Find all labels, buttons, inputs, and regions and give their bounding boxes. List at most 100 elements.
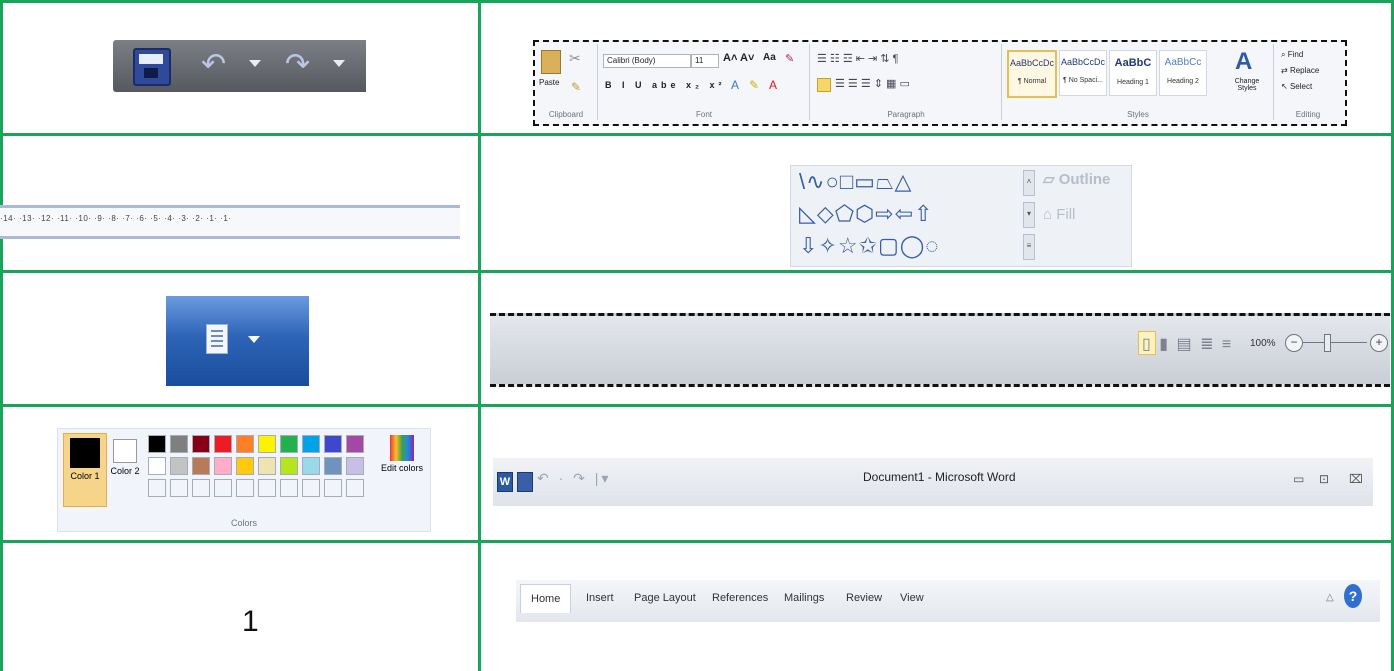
palette-color-swatch[interactable] (324, 457, 342, 475)
find-button[interactable]: ⌕ Find (1281, 50, 1303, 60)
palette-color-swatch[interactable] (346, 457, 364, 475)
palette-color-swatch[interactable] (324, 435, 342, 453)
tab-review[interactable]: Review (846, 592, 882, 604)
tab-view[interactable]: View (900, 592, 924, 604)
shapes-gallery: \∿○□▭⏢△ ◺◇⬠⬡⇨⇦⇧ ⇩✧☆✩▢◯◌ ˄ ▾ ≡ ▱ Outline … (790, 165, 1132, 267)
change-styles-icon[interactable]: A (1235, 48, 1252, 76)
align-icons[interactable]: ☰ ☰ ☰ ⇕ ▦ ▭ (835, 77, 910, 90)
outline-icon: ▱ (1043, 171, 1059, 188)
style-normal[interactable]: AaBbCcDc ¶ Normal (1007, 50, 1057, 98)
style-heading-2[interactable]: AaBbCc Heading 2 (1159, 50, 1207, 96)
zoom-out-icon[interactable]: − (1285, 334, 1303, 352)
redo-dropdown-icon[interactable] (333, 60, 345, 67)
palette-color-swatch[interactable] (346, 435, 364, 453)
close-icon[interactable]: ⌧ (1349, 472, 1363, 486)
select-icon: ↖ (1281, 82, 1290, 91)
change-case-icon[interactable]: Aa (763, 52, 776, 63)
clear-format-icon[interactable]: ✎ (785, 52, 794, 65)
minimize-icon[interactable]: ▭ (1293, 472, 1304, 486)
cut-icon[interactable]: ✂ (569, 50, 581, 67)
palette-color-swatch[interactable] (214, 479, 232, 497)
palette-color-swatch[interactable] (324, 479, 342, 497)
font-color-icon[interactable]: A (769, 78, 777, 92)
highlight-icon[interactable]: ✎ (749, 78, 759, 92)
zoom-slider-thumb[interactable] (1324, 334, 1331, 352)
palette-color-swatch[interactable] (302, 457, 320, 475)
shape-outline-button[interactable]: ▱ Outline (1043, 170, 1110, 188)
palette-color-swatch[interactable] (192, 435, 210, 453)
paragraph-group: ☰ ☷ ☲ ⇤ ⇥ ⇅ ¶ ☰ ☰ ☰ ⇕ ▦ ▭ Paragraph (811, 44, 1002, 120)
change-styles-button[interactable]: Change Styles (1225, 78, 1269, 92)
tab-references[interactable]: References (712, 592, 768, 604)
style-heading-1[interactable]: AaBbC Heading 1 (1109, 50, 1157, 96)
palette-color-swatch[interactable] (148, 435, 166, 453)
format-buttons[interactable]: B I U abe x₂ x² (605, 80, 726, 90)
gallery-scroll-up-icon[interactable]: ˄ (1023, 170, 1035, 196)
palette-color-swatch[interactable] (192, 479, 210, 497)
palette-color-swatch[interactable] (258, 457, 276, 475)
palette-color-swatch[interactable] (148, 479, 166, 497)
edit-colors-button[interactable]: Edit colors (380, 433, 424, 473)
tab-home[interactable]: Home (520, 584, 572, 613)
palette-color-swatch[interactable] (192, 457, 210, 475)
palette-color-swatch[interactable] (214, 435, 232, 453)
palette-color-swatch[interactable] (280, 435, 298, 453)
palette-color-swatch[interactable] (236, 479, 254, 497)
zoom-in-icon[interactable]: + (1370, 334, 1388, 352)
color-1-button[interactable]: Color 1 (63, 433, 107, 507)
save-icon[interactable] (133, 48, 171, 86)
font-size-dropdown[interactable]: 11 (691, 54, 719, 68)
save-icon[interactable] (517, 472, 533, 492)
select-button[interactable]: ↖ Select (1281, 82, 1312, 91)
minimize-ribbon-icon[interactable]: △ (1326, 592, 1334, 603)
palette-color-swatch[interactable] (236, 435, 254, 453)
document-view-icon (206, 324, 228, 354)
palette-color-swatch[interactable] (258, 479, 276, 497)
shape-fill-button[interactable]: ⌂ Fill (1043, 206, 1075, 223)
palette-color-swatch[interactable] (280, 457, 298, 475)
tab-page-layout[interactable]: Page Layout (634, 592, 696, 604)
replace-button[interactable]: ⇄ Replace (1281, 66, 1319, 75)
palette-color-swatch[interactable] (280, 479, 298, 497)
help-icon[interactable]: ? (1344, 584, 1362, 608)
view-options-button[interactable] (166, 296, 309, 386)
paste-icon[interactable] (541, 50, 561, 74)
edit-colors-icon (390, 435, 414, 461)
gallery-more-icon[interactable]: ≡ (1023, 234, 1035, 260)
undo-dropdown-icon[interactable] (249, 60, 261, 67)
palette-color-swatch[interactable] (302, 479, 320, 497)
tab-mailings[interactable]: Mailings (784, 592, 824, 604)
palette-color-swatch[interactable] (236, 457, 254, 475)
shapes-row-2[interactable]: ◺◇⬠⬡⇨⇦⇧ (799, 200, 933, 228)
color-2-button[interactable]: Color 2 (110, 433, 140, 505)
text-effects-icon[interactable]: A (731, 78, 739, 92)
palette-color-swatch[interactable] (148, 457, 166, 475)
zoom-slider-track[interactable] (1303, 342, 1367, 343)
ruler[interactable]: ·14· ·13· ·12· ·11· ·10· ·9· ·8· ·7· ·6·… (0, 205, 460, 239)
zoom-level[interactable]: 100% (1250, 338, 1276, 349)
font-name-dropdown[interactable]: Calibri (Body) (603, 54, 691, 68)
align-left-icon[interactable] (817, 78, 831, 92)
palette-color-swatch[interactable] (170, 435, 188, 453)
shapes-row-1[interactable]: \∿○□▭⏢△ (799, 168, 912, 196)
quick-access-icons[interactable]: ↶ · ↷ |▾ (537, 470, 611, 487)
palette-color-swatch[interactable] (170, 479, 188, 497)
word-app-icon[interactable]: W (497, 472, 513, 492)
maximize-icon[interactable]: ⊡ (1319, 472, 1329, 486)
palette-color-swatch[interactable] (258, 435, 276, 453)
style-no-spacing[interactable]: AaBbCcDc ¶ No Spaci... (1059, 50, 1107, 96)
palette-color-swatch[interactable] (346, 479, 364, 497)
view-mode-icons[interactable]: ▯ ▮ ▤ ≣ ≡ (1142, 334, 1233, 354)
palette-color-swatch[interactable] (302, 435, 320, 453)
shapes-row-3[interactable]: ⇩✧☆✩▢◯◌ (799, 232, 940, 260)
palette-color-swatch[interactable] (170, 457, 188, 475)
redo-icon[interactable]: ↷ (285, 48, 310, 82)
grow-shrink-font-icon[interactable]: A˄ A˅ (723, 52, 754, 64)
tab-insert[interactable]: Insert (586, 592, 614, 604)
list-icons[interactable]: ☰ ☷ ☲ ⇤ ⇥ ⇅ ¶ (817, 52, 898, 65)
gallery-scroll-down-icon[interactable]: ▾ (1023, 202, 1035, 228)
palette-color-swatch[interactable] (214, 457, 232, 475)
undo-icon[interactable]: ↶ (201, 48, 226, 82)
format-painter-icon[interactable]: ✎ (571, 80, 581, 94)
paste-button[interactable]: Paste (539, 78, 559, 87)
